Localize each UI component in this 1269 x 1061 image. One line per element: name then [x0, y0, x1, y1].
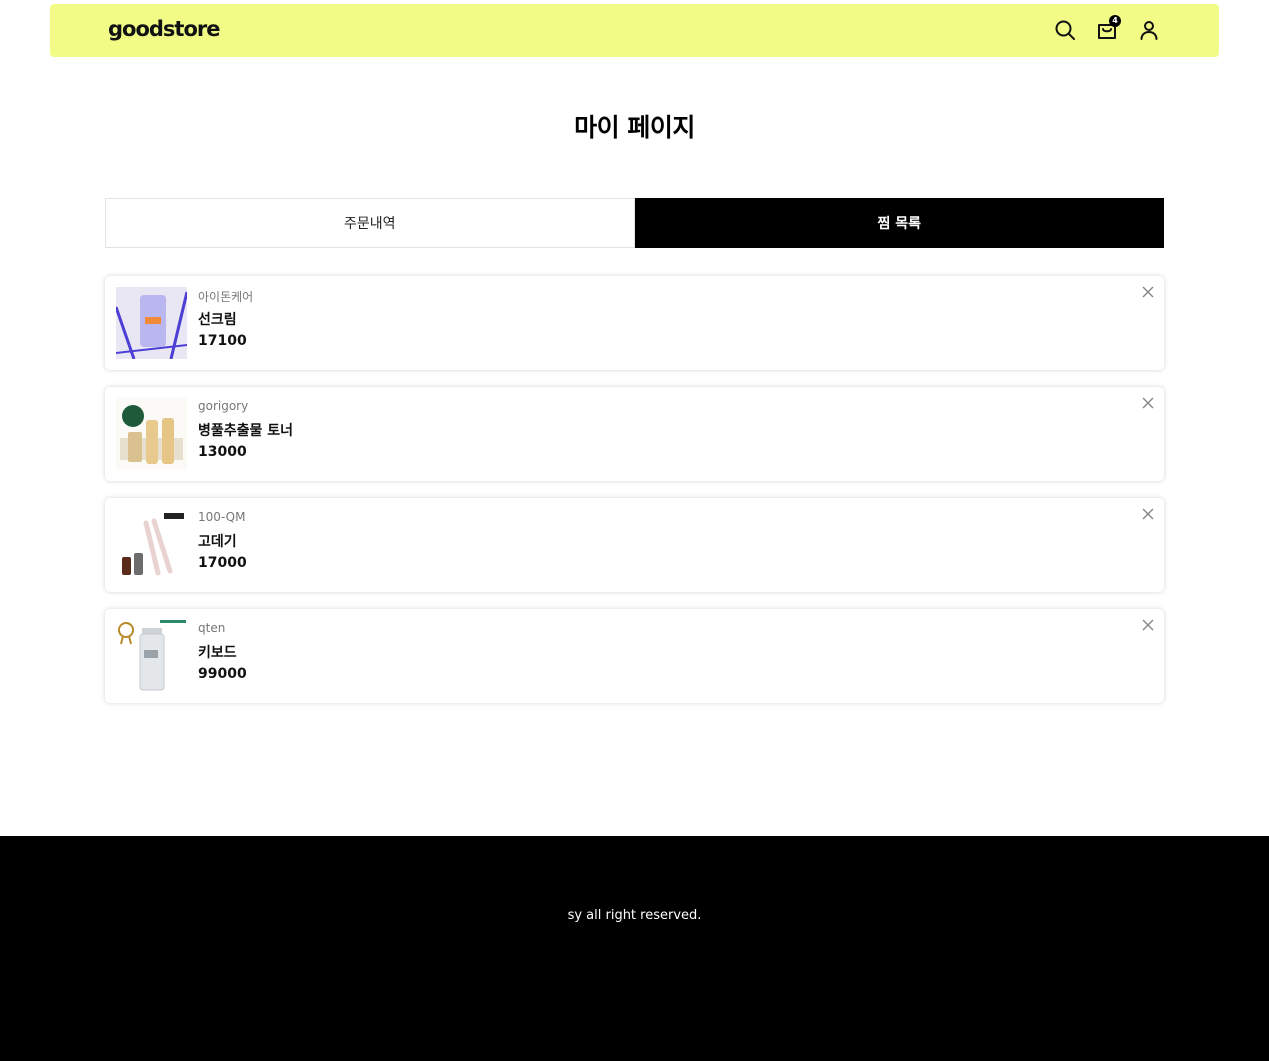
remove-icon[interactable]: [1140, 284, 1156, 300]
product-brand: 100-QM: [198, 510, 246, 524]
product-name[interactable]: 키보드: [198, 642, 237, 662]
cart-count-badge: 4: [1109, 15, 1121, 27]
product-name[interactable]: 고데기: [198, 531, 237, 551]
product-image[interactable]: [116, 287, 187, 359]
tab-orders[interactable]: 주문내역: [105, 198, 635, 248]
wishlist-item[interactable]: qten 키보드 99000: [105, 609, 1164, 703]
product-name[interactable]: 선크림: [198, 309, 237, 329]
logo[interactable]: goodstore: [108, 17, 220, 41]
remove-icon[interactable]: [1140, 617, 1156, 633]
tab-wishlist[interactable]: 찜 목록: [634, 198, 1164, 248]
header-icons: 4: [1053, 15, 1161, 42]
product-image[interactable]: [116, 509, 187, 581]
page-title: 마이 페이지: [574, 113, 695, 142]
wishlist-item[interactable]: 100-QM 고데기 17000: [105, 498, 1164, 592]
wishlist-item[interactable]: gorigory 병풀추출물 토너 13000: [105, 387, 1164, 481]
product-image[interactable]: [116, 398, 187, 470]
site-footer: sy all right reserved.: [0, 836, 1269, 1061]
product-price: 99000: [198, 666, 247, 682]
user-icon[interactable]: [1137, 18, 1161, 42]
remove-icon[interactable]: [1140, 506, 1156, 522]
copyright-text: sy all right reserved.: [567, 908, 702, 923]
site-header: goodstore 4: [50, 4, 1219, 57]
product-price: 17100: [198, 333, 247, 349]
product-brand: gorigory: [198, 399, 249, 413]
remove-icon[interactable]: [1140, 395, 1156, 411]
product-brand: 아이돈케어: [198, 290, 254, 304]
product-price: 13000: [198, 444, 247, 460]
mypage-tabs: 주문내역 찜 목록: [105, 198, 1164, 248]
wishlist: 아이돈케어 선크림 17100 gorigory 병풀추출물 토너 13000: [105, 276, 1164, 720]
cart-icon[interactable]: 4: [1095, 15, 1121, 42]
search-icon[interactable]: [1053, 18, 1077, 42]
product-brand: qten: [198, 621, 226, 635]
product-price: 17000: [198, 555, 247, 571]
wishlist-item[interactable]: 아이돈케어 선크림 17100: [105, 276, 1164, 370]
product-image[interactable]: [116, 620, 187, 692]
product-name[interactable]: 병풀추출물 토너: [198, 420, 293, 440]
